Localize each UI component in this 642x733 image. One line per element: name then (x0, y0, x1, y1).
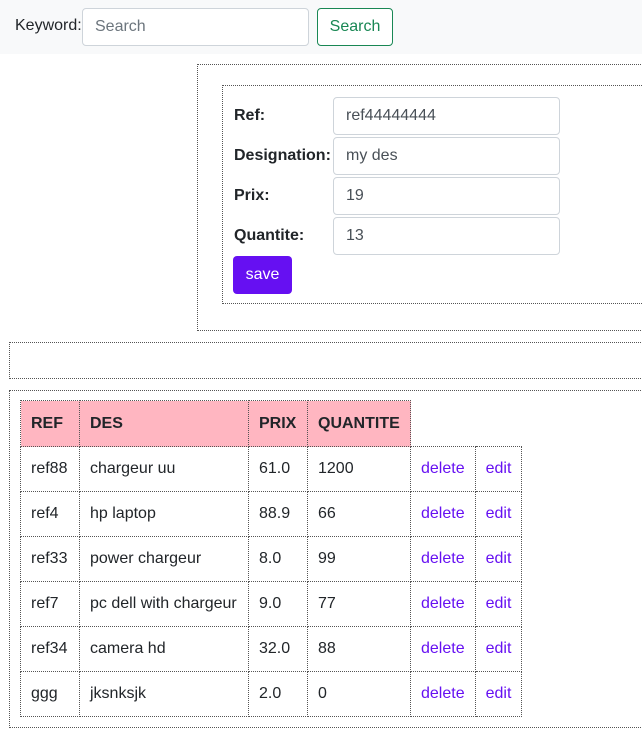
cell-ref: ref33 (20, 536, 80, 582)
delete-cell: delete (410, 536, 476, 582)
cell-ref: ref88 (20, 446, 80, 492)
table-row: ref4 hp laptop 88.9 66 delete edit (20, 491, 523, 537)
header-prix: PRIX (248, 400, 308, 447)
save-button[interactable]: save (233, 256, 292, 294)
cell-quantite: 88 (307, 626, 411, 672)
table-row: ref7 pc dell with chargeur 9.0 77 delete… (20, 581, 523, 627)
prix-field[interactable] (333, 177, 560, 215)
edit-link[interactable]: edit (486, 640, 512, 657)
header-des: DES (79, 400, 249, 447)
table-row: ggg jksnksjk 2.0 0 delete edit (20, 671, 523, 717)
search-button[interactable]: Search (317, 8, 393, 46)
keyword-label: Keyword: (15, 17, 82, 34)
cell-ref: ggg (20, 671, 80, 717)
delete-link[interactable]: delete (421, 460, 465, 477)
cell-des: pc dell with chargeur (79, 581, 249, 627)
edit-link[interactable]: edit (486, 460, 512, 477)
cell-prix: 88.9 (248, 491, 308, 537)
search-bar: Keyword: Search (0, 0, 642, 54)
cell-des: power chargeur (79, 536, 249, 582)
delete-link[interactable]: delete (421, 550, 465, 567)
table-header-row: REF DES PRIX QUANTITE (20, 400, 522, 447)
search-input[interactable] (82, 8, 309, 46)
edit-cell: edit (474, 446, 523, 492)
delete-cell: delete (410, 491, 476, 537)
edit-cell: edit (474, 626, 523, 672)
cell-des: chargeur uu (79, 446, 249, 492)
cell-prix: 2.0 (248, 671, 308, 717)
cell-quantite: 77 (307, 581, 411, 627)
delete-cell: delete (410, 446, 476, 492)
cell-des: hp laptop (79, 491, 249, 537)
table-row: ref33 power chargeur 8.0 99 delete edit (20, 536, 523, 582)
cell-ref: ref34 (20, 626, 80, 672)
edit-link[interactable]: edit (486, 685, 512, 702)
cell-prix: 8.0 (248, 536, 308, 582)
delete-cell: delete (410, 626, 476, 672)
table-row: ref88 chargeur uu 61.0 1200 delete edit (20, 446, 523, 492)
delete-cell: delete (410, 581, 476, 627)
edit-cell: edit (474, 671, 523, 717)
header-ref: REF (20, 400, 80, 447)
prix-label: Prix: (234, 187, 270, 204)
edit-cell: edit (474, 491, 523, 537)
products-table: REF DES PRIX QUANTITE ref88 chargeur uu … (20, 400, 523, 717)
header-empty (411, 401, 476, 447)
cell-quantite: 0 (307, 671, 411, 717)
cell-prix: 61.0 (248, 446, 308, 492)
ref-label: Ref: (234, 107, 266, 124)
edit-link[interactable]: edit (486, 595, 512, 612)
edit-link[interactable]: edit (486, 505, 512, 522)
cell-ref: ref7 (20, 581, 80, 627)
empty-panel (9, 342, 642, 379)
delete-cell: delete (410, 671, 476, 717)
delete-link[interactable]: delete (421, 685, 465, 702)
cell-prix: 32.0 (248, 626, 308, 672)
cell-des: jksnksjk (79, 671, 249, 717)
delete-link[interactable]: delete (421, 595, 465, 612)
edit-cell: edit (474, 536, 523, 582)
edit-cell: edit (474, 581, 523, 627)
cell-quantite: 99 (307, 536, 411, 582)
designation-label: Designation: (234, 147, 331, 164)
cell-ref: ref4 (20, 491, 80, 537)
designation-field[interactable] (333, 137, 560, 175)
cell-quantite: 66 (307, 491, 411, 537)
ref-field[interactable] (333, 97, 560, 135)
cell-des: camera hd (79, 626, 249, 672)
delete-link[interactable]: delete (421, 640, 465, 657)
cell-prix: 9.0 (248, 581, 308, 627)
header-empty (475, 401, 522, 447)
table-row: ref34 camera hd 32.0 88 delete edit (20, 626, 523, 672)
cell-quantite: 1200 (307, 446, 411, 492)
quantite-label: Quantite: (234, 227, 305, 244)
edit-link[interactable]: edit (486, 550, 512, 567)
delete-link[interactable]: delete (421, 505, 465, 522)
quantite-field[interactable] (333, 217, 560, 255)
header-quantite: QUANTITE (307, 400, 411, 447)
